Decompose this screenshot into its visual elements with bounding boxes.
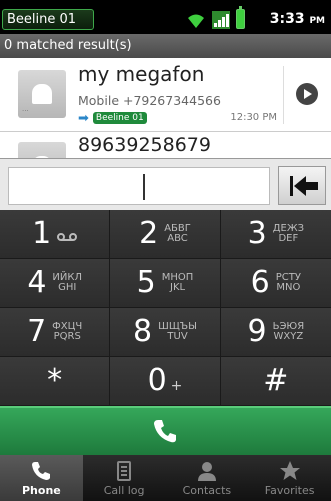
- contacts-icon: [197, 462, 216, 481]
- voicemail-icon: [57, 233, 78, 243]
- outgoing-call-arrow-icon: ➡: [78, 110, 89, 126]
- clock: 3:33 PM: [269, 11, 325, 27]
- key-2[interactable]: 2 АБВГ ABC: [110, 210, 221, 259]
- key-star[interactable]: *: [0, 357, 111, 406]
- call-log-icon: [117, 461, 132, 481]
- phone-call-icon: [154, 420, 176, 443]
- dial-number-field[interactable]: [8, 167, 270, 205]
- tab-favorites[interactable]: Favorites: [248, 455, 331, 501]
- avatar: [18, 142, 66, 158]
- phone-icon: [32, 462, 51, 480]
- star-icon: [279, 461, 300, 480]
- results-list: ··· my megafon Mobile +79267344566 ➡ Bee…: [0, 58, 331, 158]
- key-5[interactable]: 5 МНОП JKL: [110, 259, 221, 308]
- contact-phone: Mobile +79267344566: [78, 93, 221, 108]
- list-item[interactable]: 89639258679: [0, 132, 331, 158]
- tab-contacts[interactable]: Contacts: [166, 455, 249, 501]
- key-7[interactable]: 7 ФХЦЧ PQRS: [0, 308, 111, 357]
- avatar: ···: [18, 70, 66, 118]
- key-1[interactable]: 1: [0, 210, 111, 259]
- divider: [283, 66, 284, 124]
- call-time: 12:30 PM: [230, 112, 277, 123]
- tab-call-log[interactable]: Call log: [83, 455, 166, 501]
- dial-input-row: [0, 158, 331, 210]
- key-6[interactable]: 6 РСТУ MNO: [220, 259, 331, 308]
- sim-badge: Beeline 01: [92, 112, 147, 124]
- dial-keypad: 1 2 АБВГ ABC 3 ДЕЖЗ DEF 4 ИЙКЛ GHI 5 МНОП JK…: [0, 210, 331, 406]
- signal-icon: [212, 11, 230, 29]
- details-play-icon[interactable]: [296, 83, 318, 105]
- contact-name: my megafon: [78, 62, 205, 86]
- status-icons: [186, 6, 245, 29]
- backspace-button[interactable]: [278, 166, 326, 205]
- tab-bar: Phone Call log Contacts Favorites: [0, 455, 331, 501]
- key-4[interactable]: 4 ИЙКЛ GHI: [0, 259, 111, 308]
- contact-number: 89639258679: [78, 134, 211, 156]
- tab-phone[interactable]: Phone: [0, 455, 83, 501]
- key-9[interactable]: 9 ЬЭЮЯ WXYZ: [220, 308, 331, 357]
- text-caret: [143, 174, 145, 200]
- wifi-icon: [188, 14, 204, 28]
- matched-results-header: 0 matched result(s): [0, 34, 331, 58]
- key-0[interactable]: 0 +: [110, 357, 221, 406]
- key-8[interactable]: 8 ШЩЪЫ TUV: [110, 308, 221, 357]
- battery-icon: [236, 6, 245, 29]
- list-item[interactable]: ··· my megafon Mobile +79267344566 ➡ Bee…: [0, 58, 331, 132]
- status-bar: Beeline 01 3:33 PM: [0, 0, 331, 34]
- key-hash[interactable]: #: [220, 357, 331, 406]
- key-3[interactable]: 3 ДЕЖЗ DEF: [220, 210, 331, 259]
- call-button[interactable]: [0, 406, 331, 455]
- carrier-label: Beeline 01: [2, 9, 94, 30]
